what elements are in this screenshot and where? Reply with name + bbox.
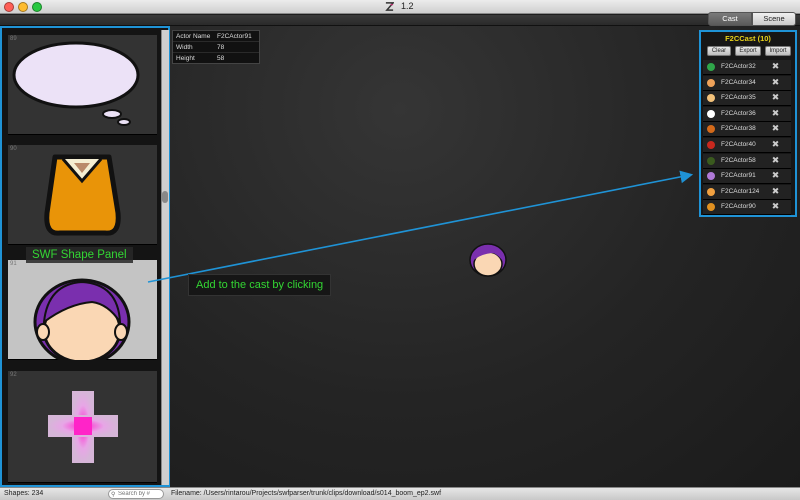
cast-item[interactable]: F2CActor36 ✖: [703, 106, 791, 122]
cast-item-label: F2CActor38: [721, 125, 756, 133]
actor-thumbnail-icon: [707, 141, 715, 149]
cast-item[interactable]: F2CActor40 ✖: [703, 138, 791, 153]
cast-item-label: F2CActor36: [721, 109, 756, 117]
remove-icon[interactable]: ✖: [770, 77, 781, 88]
cast-item[interactable]: F2CActor58 ✖: [703, 153, 791, 169]
cast-item[interactable]: F2CActor90 ✖: [703, 200, 791, 216]
clear-button[interactable]: Clear: [707, 46, 731, 56]
annotation-arrow: [147, 170, 694, 283]
filename-label: Filename: /Users/rintarou/Projects/swfpa…: [171, 490, 442, 497]
app-window: 1.2 Cast Scene 89 90 91 92 SWF Shape Pan…: [0, 0, 800, 500]
export-button[interactable]: Export: [735, 46, 761, 56]
actor-thumbnail-icon: [707, 109, 715, 118]
cast-item[interactable]: F2CActor38 ✖: [703, 122, 791, 138]
cast-item-label: F2CActor58: [721, 156, 756, 164]
actor-thumbnail-icon: [707, 156, 715, 165]
actor-thumbnail-icon: [707, 172, 715, 181]
canvas-actor-girl-face[interactable]: [466, 241, 510, 279]
search-icon: ⚲: [111, 492, 116, 498]
remove-icon[interactable]: ✖: [770, 170, 781, 181]
actor-thumbnail-icon: [707, 187, 715, 196]
actor-thumbnail-icon: [707, 78, 715, 87]
cast-item-label: F2CActor32: [721, 63, 756, 70]
cast-item-label: F2CActor34: [721, 78, 756, 86]
status-bar: Shapes: 234 ⚲ Filename: /Users/rintarou/…: [0, 487, 800, 500]
actor-thumbnail-icon: [707, 94, 715, 103]
cast-item[interactable]: F2CActor91 ✖: [703, 169, 791, 185]
cast-item[interactable]: F2CActor32 ✖: [703, 60, 791, 75]
remove-icon[interactable]: ✖: [770, 123, 781, 134]
remove-icon[interactable]: ✖: [770, 61, 781, 72]
cast-panel: F2CCast (10) Clear Export Import F2CActo…: [699, 30, 797, 217]
cast-item-label: F2CActor90: [721, 203, 756, 211]
remove-icon[interactable]: ✖: [770, 139, 781, 150]
remove-icon[interactable]: ✖: [770, 108, 781, 119]
actor-thumbnail-icon: [707, 125, 715, 134]
cast-title: F2CCast (10): [725, 34, 771, 43]
shape-count: Shapes: 234: [4, 490, 44, 497]
cast-item-label: F2CActor40: [721, 141, 756, 148]
remove-icon[interactable]: ✖: [770, 201, 781, 212]
actor-thumbnail-icon: [707, 63, 715, 71]
remove-icon[interactable]: ✖: [770, 155, 781, 166]
cast-item[interactable]: F2CActor34 ✖: [703, 75, 791, 91]
cast-item-label: F2CActor91: [721, 172, 756, 180]
cast-item[interactable]: F2CActor124 ✖: [703, 184, 791, 200]
actor-thumbnail-icon: [707, 203, 715, 212]
search-box[interactable]: ⚲: [108, 489, 164, 499]
remove-icon[interactable]: ✖: [770, 92, 781, 103]
remove-icon[interactable]: ✖: [770, 186, 781, 197]
search-input[interactable]: [118, 490, 162, 498]
hint-callout: Add to the cast by clicking: [188, 274, 332, 296]
import-button[interactable]: Import: [765, 46, 791, 56]
cast-item[interactable]: F2CActor35 ✖: [703, 91, 791, 107]
cast-item-label: F2CActor124: [721, 187, 760, 195]
cast-item-label: F2CActor35: [721, 94, 756, 102]
